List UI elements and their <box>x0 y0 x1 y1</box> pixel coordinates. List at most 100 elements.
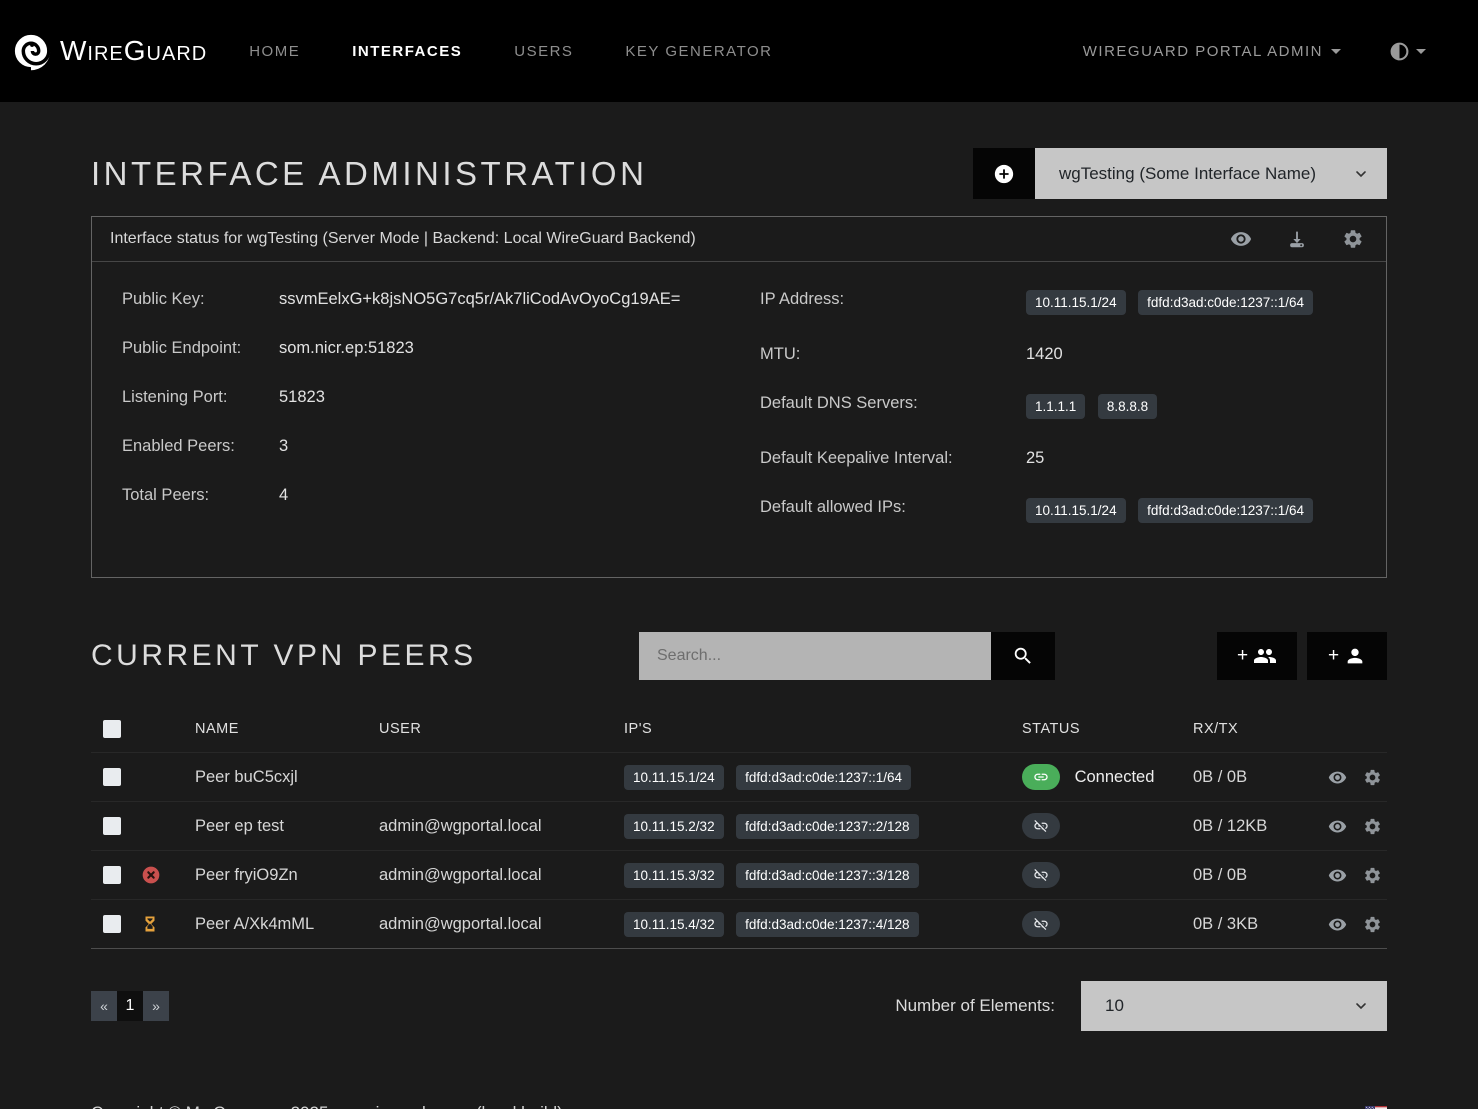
peer-name: Peer A/Xk4mML <box>195 915 379 934</box>
eye-icon <box>1328 915 1347 934</box>
nav-item-key-generator[interactable]: KEY GENERATOR <box>625 43 772 60</box>
pagination-prev-button[interactable]: « <box>91 991 117 1021</box>
page-title: INTERFACE ADMINISTRATION <box>91 155 647 193</box>
table-header-row: NAME USER IP'S STATUS RX/TX <box>91 706 1387 752</box>
detail-allowed-ips: Default allowed IPs: 10.11.15.1/24 fdfd:… <box>760 498 1356 523</box>
detail-public-endpoint: Public Endpoint: som.nicr.ep:51823 <box>122 339 720 358</box>
search-icon <box>1012 645 1034 667</box>
eye-icon <box>1328 817 1347 836</box>
detail-listening-port: Listening Port: 51823 <box>122 388 720 407</box>
gear-icon <box>1363 768 1382 787</box>
wireguard-logo-icon <box>10 30 52 72</box>
peer-user: admin@wgportal.local <box>379 817 624 836</box>
peer-expired-icon <box>141 865 195 885</box>
peer-ip-badge: 10.11.15.3/32 <box>624 863 724 888</box>
view-peer-button[interactable] <box>1328 915 1347 934</box>
gear-icon <box>1342 228 1364 250</box>
download-config-button[interactable] <box>1286 228 1308 250</box>
dns-badge: 1.1.1.1 <box>1026 394 1085 419</box>
peer-user: admin@wgportal.local <box>379 915 624 934</box>
peer-rxtx: 0B / 0B <box>1193 866 1328 885</box>
interface-settings-button[interactable] <box>1342 228 1364 250</box>
eye-icon <box>1328 866 1347 885</box>
view-peer-button[interactable] <box>1328 817 1347 836</box>
elements-per-page-group: Number of Elements: 10 <box>895 981 1387 1031</box>
user-menu-dropdown[interactable]: WIREGUARD PORTAL ADMIN <box>1083 43 1341 60</box>
row-checkbox[interactable] <box>103 866 121 884</box>
elements-per-page-select[interactable]: 10 <box>1081 981 1387 1031</box>
user-menu-label: WIREGUARD PORTAL ADMIN <box>1083 43 1323 60</box>
peer-settings-button[interactable] <box>1363 915 1382 934</box>
peer-rxtx: 0B / 0B <box>1193 768 1328 787</box>
select-all-checkbox[interactable] <box>103 720 121 738</box>
column-ips: IP'S <box>624 721 1022 737</box>
brand-name: WireGuard <box>60 35 207 67</box>
pagination-current-page[interactable]: 1 <box>117 991 143 1021</box>
peer-rxtx: 0B / 12KB <box>1193 817 1328 836</box>
table-row: Peer fryiO9Zn admin@wgportal.local 10.11… <box>91 850 1387 899</box>
footer: Copyright © My Company 2025 - version un… <box>0 1077 1478 1109</box>
peer-ip-badge: fdfd:d3ad:c0de:1237::2/128 <box>736 814 918 839</box>
peer-expiring-hourglass-icon <box>141 914 195 934</box>
nav-item-interfaces[interactable]: INTERFACES <box>352 43 462 60</box>
ip-badge: 10.11.15.1/24 <box>1026 498 1126 523</box>
table-row: Peer buC5cxjl 10.11.15.1/24 fdfd:d3ad:c0… <box>91 752 1387 801</box>
row-checkbox[interactable] <box>103 915 121 933</box>
peer-ip-badge: fdfd:d3ad:c0de:1237::1/64 <box>736 765 911 790</box>
pager: « 1 » <box>91 991 169 1021</box>
add-interface-button[interactable] <box>973 148 1035 199</box>
nav-item-users[interactable]: USERS <box>514 43 573 60</box>
theme-half-circle-icon <box>1389 41 1410 62</box>
row-checkbox[interactable] <box>103 768 121 786</box>
pagination-row: « 1 » Number of Elements: 10 <box>91 981 1387 1031</box>
ip-badge: 10.11.15.1/24 <box>1026 290 1126 315</box>
gear-icon <box>1363 915 1382 934</box>
user-icon <box>1344 645 1366 667</box>
peers-table: NAME USER IP'S STATUS RX/TX Peer buC5cxj… <box>91 706 1387 949</box>
peer-user: admin@wgportal.local <box>379 866 624 885</box>
copyright-text: Copyright © My Company 2025 - version un… <box>91 1103 563 1109</box>
top-navbar: WireGuard HOME INTERFACES USERS KEY GENE… <box>0 0 1478 102</box>
detail-mtu: MTU: 1420 <box>760 345 1356 364</box>
table-row: Peer A/Xk4mML admin@wgportal.local 10.11… <box>91 899 1387 948</box>
peer-name: Peer fryiO9Zn <box>195 866 379 885</box>
peer-name: Peer ep test <box>195 817 379 836</box>
brand[interactable]: WireGuard <box>10 30 207 72</box>
disconnected-status-badge <box>1022 862 1060 888</box>
eye-icon <box>1230 228 1252 250</box>
interface-select-value: wgTesting (Some Interface Name) <box>1059 164 1316 184</box>
download-icon <box>1286 228 1308 250</box>
view-peer-button[interactable] <box>1328 768 1347 787</box>
add-multiple-peers-button[interactable]: + <box>1217 632 1297 680</box>
peer-settings-button[interactable] <box>1363 866 1382 885</box>
status-card-actions <box>1230 228 1368 250</box>
nav-item-home[interactable]: HOME <box>249 43 300 60</box>
status-left-column: Public Key: ssvmEelxG+k8jsNO5G7cq5r/Ak7l… <box>122 290 720 553</box>
interface-admin-header: INTERFACE ADMINISTRATION wgTesting (Some… <box>91 148 1387 199</box>
view-peer-button[interactable] <box>1328 866 1347 885</box>
pagination-next-button[interactable]: » <box>143 991 169 1021</box>
peer-settings-button[interactable] <box>1363 768 1382 787</box>
search-button[interactable] <box>991 632 1055 680</box>
status-card-header: Interface status for wgTesting (Server M… <box>92 217 1386 262</box>
search-input[interactable] <box>639 632 991 680</box>
eye-icon <box>1328 768 1347 787</box>
interface-select[interactable]: wgTesting (Some Interface Name) <box>1035 148 1387 199</box>
peer-settings-button[interactable] <box>1363 817 1382 836</box>
view-config-button[interactable] <box>1230 228 1252 250</box>
status-label: Connected <box>1075 768 1155 786</box>
theme-toggle-dropdown[interactable] <box>1389 41 1426 62</box>
disconnected-status-badge <box>1022 911 1060 937</box>
peer-name: Peer buC5cxjl <box>195 768 379 787</box>
peers-title: CURRENT VPN PEERS <box>91 639 477 673</box>
search-group <box>639 632 1055 680</box>
add-peer-button[interactable]: + <box>1307 632 1387 680</box>
disconnected-status-badge <box>1022 813 1060 839</box>
row-checkbox[interactable] <box>103 817 121 835</box>
peer-ip-badge: 10.11.15.1/24 <box>624 765 724 790</box>
peer-ip-badge: fdfd:d3ad:c0de:1237::3/128 <box>736 863 918 888</box>
interface-controls: wgTesting (Some Interface Name) <box>973 148 1387 199</box>
interface-status-card: Interface status for wgTesting (Server M… <box>91 216 1387 578</box>
connected-status-badge <box>1022 764 1060 790</box>
link-off-icon <box>1033 818 1049 834</box>
